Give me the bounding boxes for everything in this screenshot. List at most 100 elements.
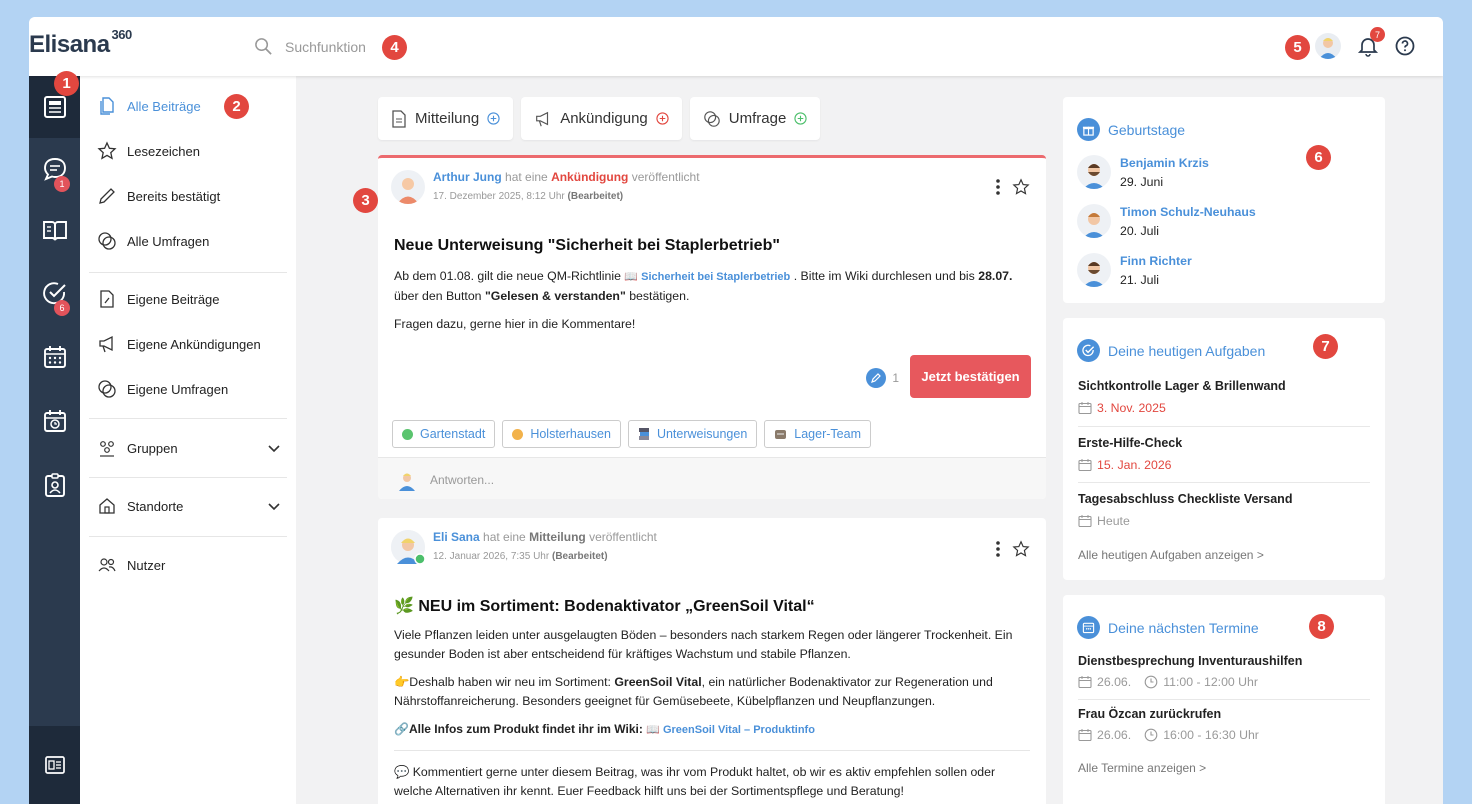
layout-icon — [44, 756, 65, 774]
tasks-widget: Deine heutigen Aufgaben 7 Sichtkontrolle… — [1063, 318, 1385, 580]
tag-chip[interactable]: Lager-Team — [764, 420, 871, 448]
chat-badge: 1 — [54, 176, 70, 192]
newspaper-icon — [43, 96, 66, 118]
new-announcement-button[interactable]: Ankündigung — [521, 97, 682, 140]
chevron-down-icon[interactable] — [267, 441, 281, 455]
post-type-bar: Mitteilung Ankündigung Umfrage — [378, 97, 821, 140]
avatar — [1083, 164, 1105, 189]
birthday-item[interactable]: Benjamin Krzis 29. Juni — [1077, 155, 1209, 189]
user-avatar[interactable] — [1315, 33, 1341, 59]
rail-collapse[interactable] — [29, 726, 80, 804]
nav-all-posts[interactable]: Alle Beiträge — [97, 96, 287, 116]
rail-profile[interactable] — [29, 454, 80, 516]
rail-schedule[interactable] — [29, 390, 80, 452]
post-text: Fragen dazu, gerne hier in die Kommentar… — [394, 317, 636, 331]
reply-input[interactable]: Antworten... — [430, 473, 494, 487]
main-feed: Mitteilung Ankündigung Umfrage 3 Arthur … — [296, 76, 1062, 804]
post-card: Eli Sana hat eine Mitteilung veröffentli… — [378, 518, 1046, 804]
birthday-item[interactable]: Finn Richter 21. Juli — [1077, 253, 1192, 287]
more-vertical-icon[interactable] — [996, 541, 1000, 557]
appointment-item[interactable]: Dienstbesprechung Inventuraushilfen 26.0… — [1078, 654, 1370, 689]
all-appointments-link[interactable]: Alle Termine anzeigen > — [1078, 761, 1206, 775]
avatar[interactable] — [391, 530, 426, 565]
tag-chip[interactable]: Gartenstadt — [392, 420, 496, 448]
search-icon — [255, 38, 272, 55]
search-bar[interactable]: Suchfunktion — [254, 37, 366, 56]
nav-own-announcements[interactable]: Eigene Ankündigungen — [97, 334, 287, 354]
post-card: Arthur Jung hat eine Ankündigung veröffe… — [378, 155, 1046, 499]
wiki-link[interactable]: 📖 GreenSoil Vital – Produktinfo — [646, 724, 815, 736]
more-vertical-icon[interactable] — [996, 179, 1000, 195]
marker-6: 6 — [1306, 145, 1331, 170]
confirm-button[interactable]: Jetzt bestätigen — [910, 355, 1031, 398]
nav-locations[interactable]: Standorte — [97, 496, 287, 516]
megaphone-icon — [536, 111, 549, 126]
wiki-link[interactable]: 📖 Sicherheit bei Staplerbetrieb — [624, 271, 790, 283]
birthday-item[interactable]: Timon Schulz-Neuhaus 20. Juli — [1077, 204, 1256, 238]
nav-own-posts[interactable]: Eigene Beiträge — [97, 289, 287, 309]
all-tasks-link[interactable]: Alle heutigen Aufgaben anzeigen > — [1078, 548, 1264, 562]
reply-field[interactable]: Antworten... — [378, 457, 1046, 499]
widget-title: Deine nächsten Termine — [1108, 619, 1259, 636]
bookmark-star-icon[interactable] — [1012, 178, 1030, 196]
books-icon — [638, 428, 649, 440]
appointment-item[interactable]: Frau Özcan zurückrufen 26.06. 16:00 - 16… — [1078, 707, 1370, 742]
notifications-bell[interactable]: 7 — [1357, 27, 1385, 57]
avatar[interactable] — [391, 170, 425, 204]
nav-own-polls[interactable]: Eigene Umfragen — [97, 379, 287, 399]
appointments-widget: Deine nächsten Termine 8 Dienstbesprechu… — [1063, 595, 1385, 804]
divider — [89, 272, 287, 273]
task-item[interactable]: Erste-Hilfe-Check 15. Jan. 2026 — [1078, 436, 1370, 472]
rail-calendar[interactable] — [29, 326, 80, 388]
post-text: Ab dem 01.08. gilt die neue QM-Richtlini… — [394, 269, 1013, 303]
nav-all-polls[interactable]: Alle Umfragen — [97, 231, 287, 251]
task-item[interactable]: Tagesabschluss Checkliste Versand Heute — [1078, 492, 1370, 528]
post-text: 👉Deshalb haben wir neu im Sortiment: Gre… — [394, 675, 993, 708]
poll-icon — [703, 110, 720, 127]
widget-title: Deine heutigen Aufgaben — [1108, 342, 1266, 359]
plus-circle-icon — [794, 112, 807, 125]
rail-wiki[interactable] — [29, 200, 80, 262]
task-item[interactable]: Sichtkontrolle Lager & Brillenwand 3. No… — [1078, 379, 1370, 415]
marker-7: 7 — [1313, 334, 1338, 359]
post-date: 17. Dezember 2025, 8:12 Uhr — [433, 191, 565, 202]
marker-5: 5 — [1285, 35, 1310, 60]
help-icon[interactable] — [1395, 36, 1415, 56]
post-author[interactable]: Eli Sana — [433, 530, 480, 544]
document-pen-icon — [100, 290, 114, 308]
new-poll-button[interactable]: Umfrage — [689, 97, 821, 140]
users-icon — [98, 558, 116, 572]
id-badge-icon — [44, 473, 65, 497]
nav-bookmarks[interactable]: Lesezeichen — [97, 141, 287, 161]
icon-rail: 1 6 — [29, 76, 80, 804]
top-bar: Elisana 360 Suchfunktion 4 7 5 — [29, 17, 1443, 76]
clock-icon — [1144, 728, 1158, 742]
rail-chat[interactable]: 1 — [29, 138, 80, 200]
calendar-icon — [1078, 459, 1092, 472]
nav-users[interactable]: Nutzer — [97, 555, 287, 575]
divider — [1078, 482, 1370, 483]
chevron-down-icon[interactable] — [267, 499, 281, 513]
calendar-icon — [1078, 515, 1092, 528]
post-author[interactable]: Arthur Jung — [433, 170, 502, 184]
post-tags: Gartenstadt Holsterhausen Unterweisungen… — [392, 420, 871, 448]
nav-groups[interactable]: Gruppen — [97, 438, 287, 458]
logo[interactable]: Elisana 360 — [29, 27, 132, 59]
tag-chip[interactable]: Unterweisungen — [627, 420, 758, 448]
search-input[interactable]: Suchfunktion — [285, 39, 366, 55]
rail-tasks[interactable]: 6 — [29, 262, 80, 324]
plus-circle-icon — [656, 112, 669, 125]
new-message-button[interactable]: Mitteilung — [378, 97, 514, 140]
marker-8: 8 — [1309, 614, 1334, 639]
post-text: Viele Pflanzen leiden unter ausgelaugten… — [394, 628, 1013, 661]
avatar — [1083, 213, 1105, 238]
poll-icon — [98, 232, 116, 250]
app-window: Elisana 360 Suchfunktion 4 7 5 1 6 1 All… — [29, 17, 1443, 804]
poll-icon — [98, 380, 116, 398]
confirm-count[interactable]: 1 — [866, 368, 899, 388]
nav-confirmed[interactable]: Bereits bestätigt — [97, 186, 287, 206]
post-date: 12. Januar 2026, 7:35 Uhr — [433, 551, 550, 562]
bookmark-star-icon[interactable] — [1012, 540, 1030, 558]
avatar — [399, 473, 415, 491]
tag-chip[interactable]: Holsterhausen — [502, 420, 621, 448]
